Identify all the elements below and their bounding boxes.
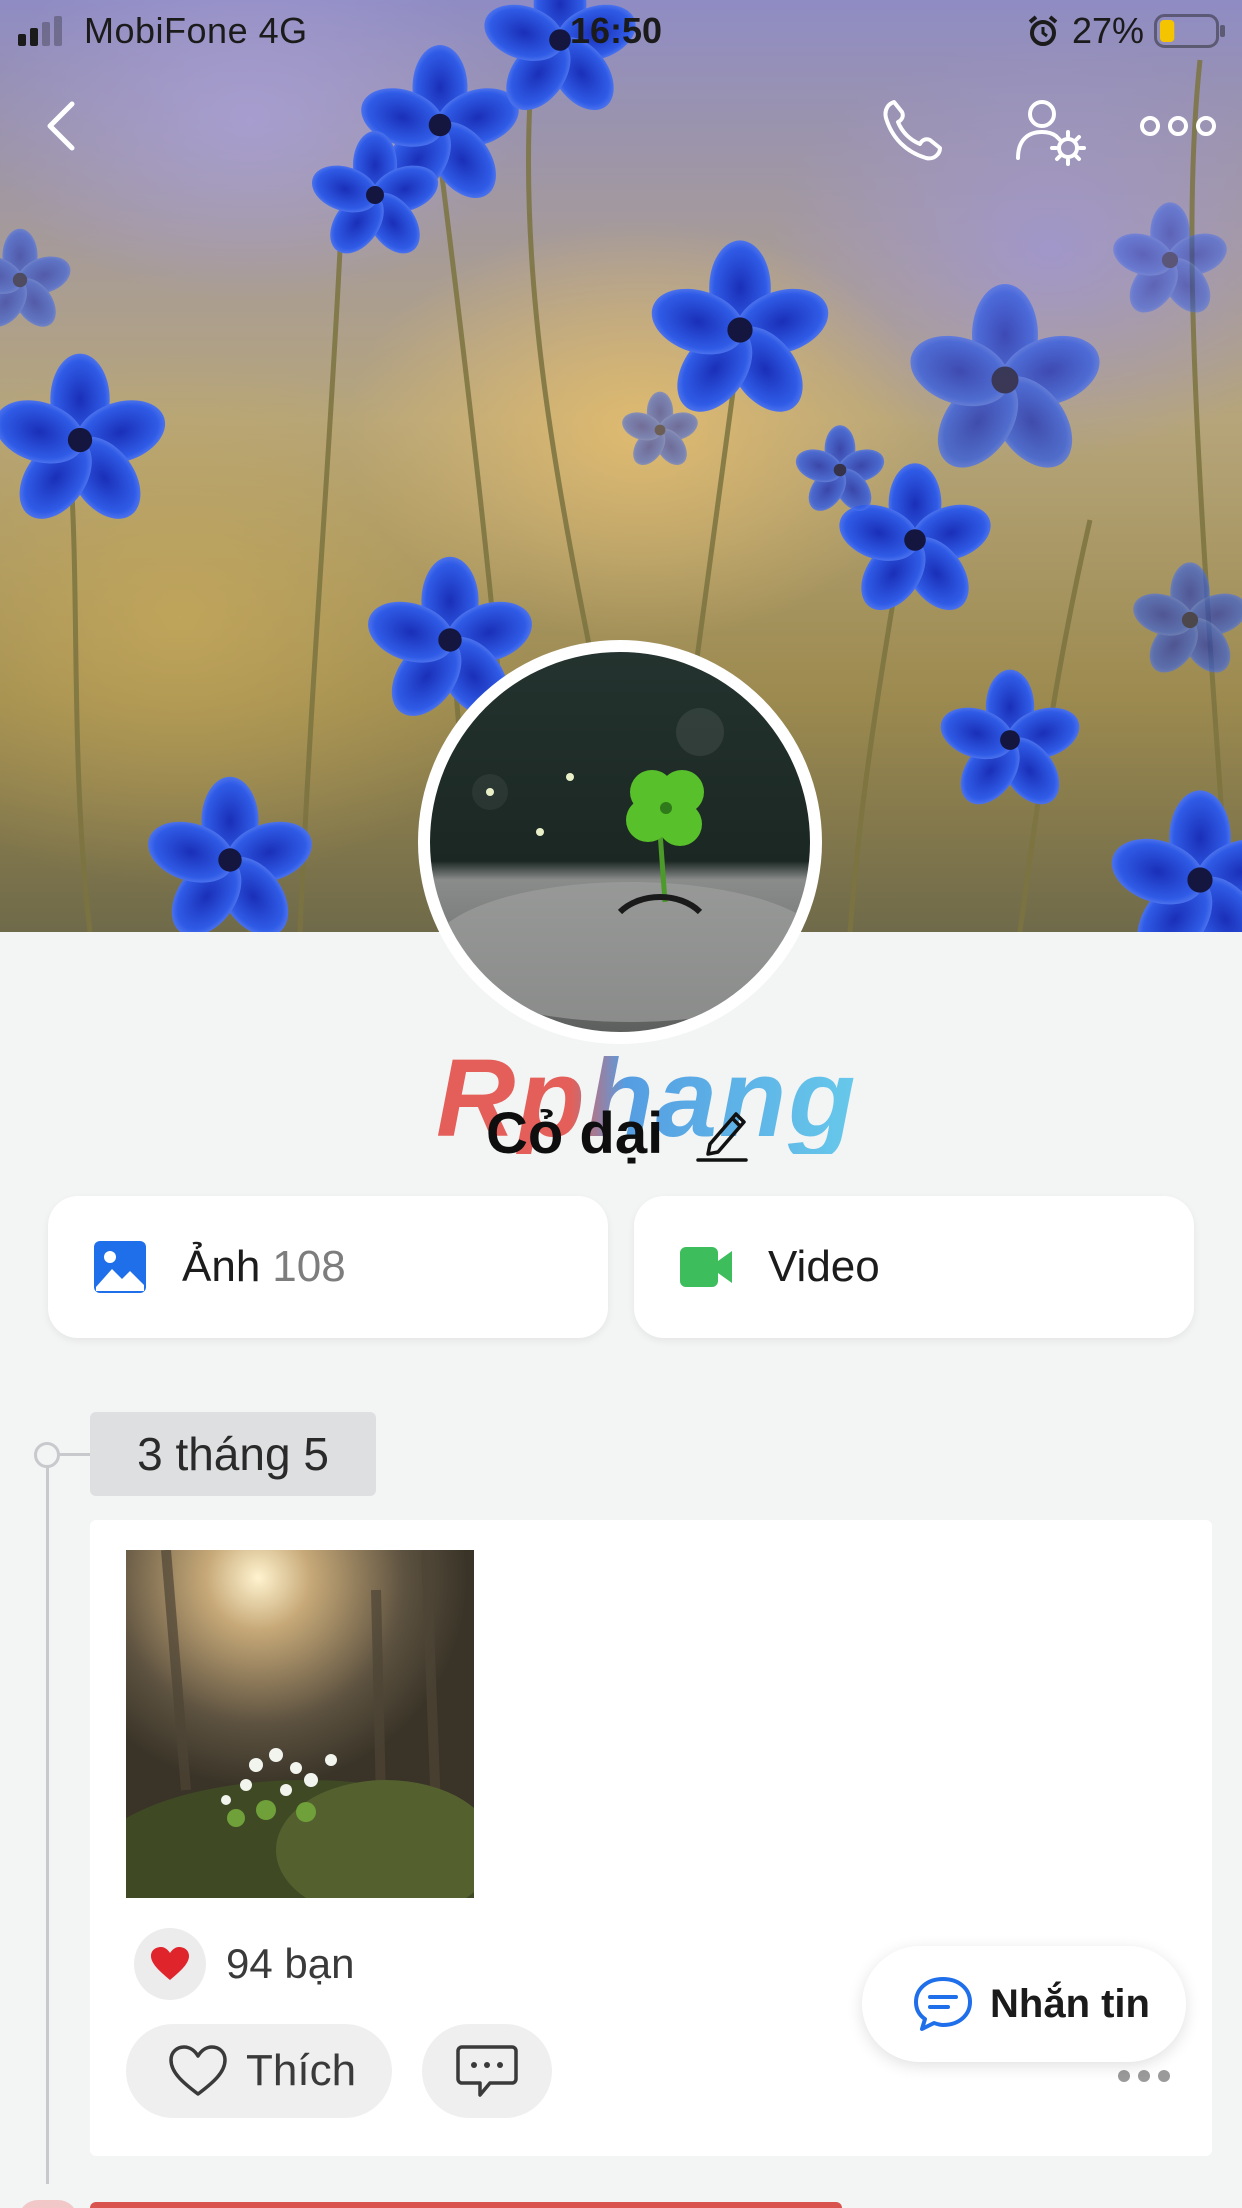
carrier-label: MobiFone 4G	[84, 10, 308, 51]
more-horizontal-icon[interactable]	[1140, 106, 1216, 146]
like-button[interactable]: Thích	[126, 2024, 392, 2118]
comment-button[interactable]	[422, 2024, 552, 2118]
video-camera-icon	[680, 1247, 732, 1287]
next-post-avatar	[18, 2200, 78, 2208]
message-label: Nhắn tin	[990, 1981, 1150, 2026]
heart-outline-icon	[169, 2045, 227, 2096]
heart-reaction-icon[interactable]	[134, 1928, 206, 2000]
post-photo[interactable]	[126, 1550, 474, 1898]
timeline-dot	[34, 1442, 60, 1468]
profile-name: Cỏ dại	[486, 1101, 664, 1166]
image-icon	[94, 1241, 146, 1293]
avatar[interactable]	[418, 640, 822, 1044]
more-horizontal-icon[interactable]	[1116, 2068, 1172, 2084]
user-settings-icon[interactable]	[1012, 94, 1088, 166]
photos-button[interactable]: Ảnh 108	[48, 1196, 608, 1338]
timeline-line	[46, 1454, 49, 2184]
date-label: 3 tháng 5	[90, 1412, 376, 1496]
video-button[interactable]: Video	[634, 1196, 1194, 1338]
message-button[interactable]: Nhắn tin	[862, 1946, 1186, 2062]
next-post-card	[90, 2202, 842, 2208]
battery-icon	[1154, 14, 1225, 48]
like-label: Thích	[246, 2046, 357, 2095]
photos-label: Ảnh	[182, 1242, 261, 1291]
comment-icon	[456, 2045, 518, 2097]
video-label: Video	[768, 1242, 880, 1291]
alarm-icon	[1028, 15, 1058, 46]
timeline-connector	[58, 1453, 92, 1456]
chevron-left-icon[interactable]	[40, 96, 84, 156]
avatar-image	[430, 652, 810, 1032]
status-bar: MobiFone 4G 16:50 27%	[0, 0, 1242, 64]
pencil-icon[interactable]	[696, 1100, 750, 1164]
battery-percent: 27%	[1072, 10, 1145, 51]
clock: 16:50	[570, 10, 663, 51]
chat-bubble-icon	[914, 1977, 972, 2031]
phone-icon[interactable]	[876, 94, 948, 166]
signal-icon	[18, 16, 62, 46]
photos-count: 108	[272, 1242, 346, 1291]
reaction-count[interactable]: 94 bạn	[226, 1940, 354, 1988]
